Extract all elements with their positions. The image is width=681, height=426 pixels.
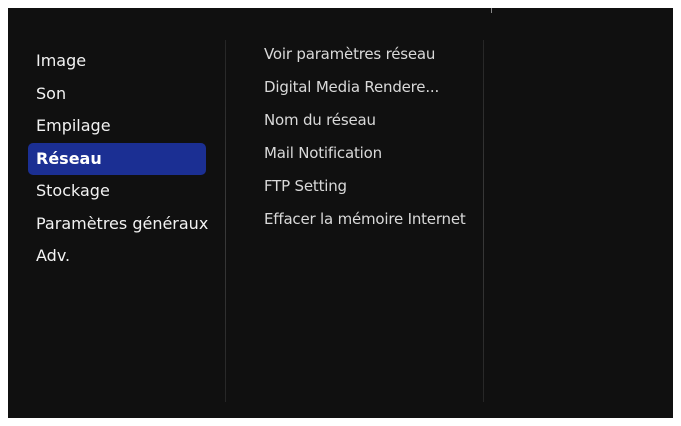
column-divider-right: [483, 40, 484, 402]
submenu-item-mail-notification[interactable]: Mail Notification: [264, 137, 484, 170]
main-menu-item-image[interactable]: Image: [28, 45, 206, 78]
main-menu-item-stockage[interactable]: Stockage: [28, 175, 206, 208]
submenu-item-network-name[interactable]: Nom du réseau: [264, 104, 484, 137]
column-divider-left: [225, 40, 226, 402]
top-edge-marker: [491, 8, 492, 13]
submenu-item-clear-internet-memory[interactable]: Effacer la mémoire Internet: [264, 203, 484, 236]
main-menu-item-parametres-generaux[interactable]: Paramètres généraux: [28, 208, 208, 241]
submenu-item-view-network-settings[interactable]: Voir paramètres réseau: [264, 38, 484, 71]
network-submenu: Voir paramètres réseau Digital Media Ren…: [264, 38, 484, 236]
submenu-item-ftp-setting[interactable]: FTP Setting: [264, 170, 484, 203]
main-menu: Image Son Empilage Réseau Stockage Param…: [28, 45, 208, 273]
main-menu-item-reseau[interactable]: Réseau: [28, 142, 206, 175]
osd-menu-window: Image Son Empilage Réseau Stockage Param…: [8, 8, 673, 418]
submenu-item-digital-media-renderer[interactable]: Digital Media Rendere...: [264, 71, 484, 104]
main-menu-item-son[interactable]: Son: [28, 78, 206, 111]
main-menu-item-adv[interactable]: Adv.: [28, 240, 206, 273]
main-menu-item-empilage[interactable]: Empilage: [28, 110, 206, 143]
